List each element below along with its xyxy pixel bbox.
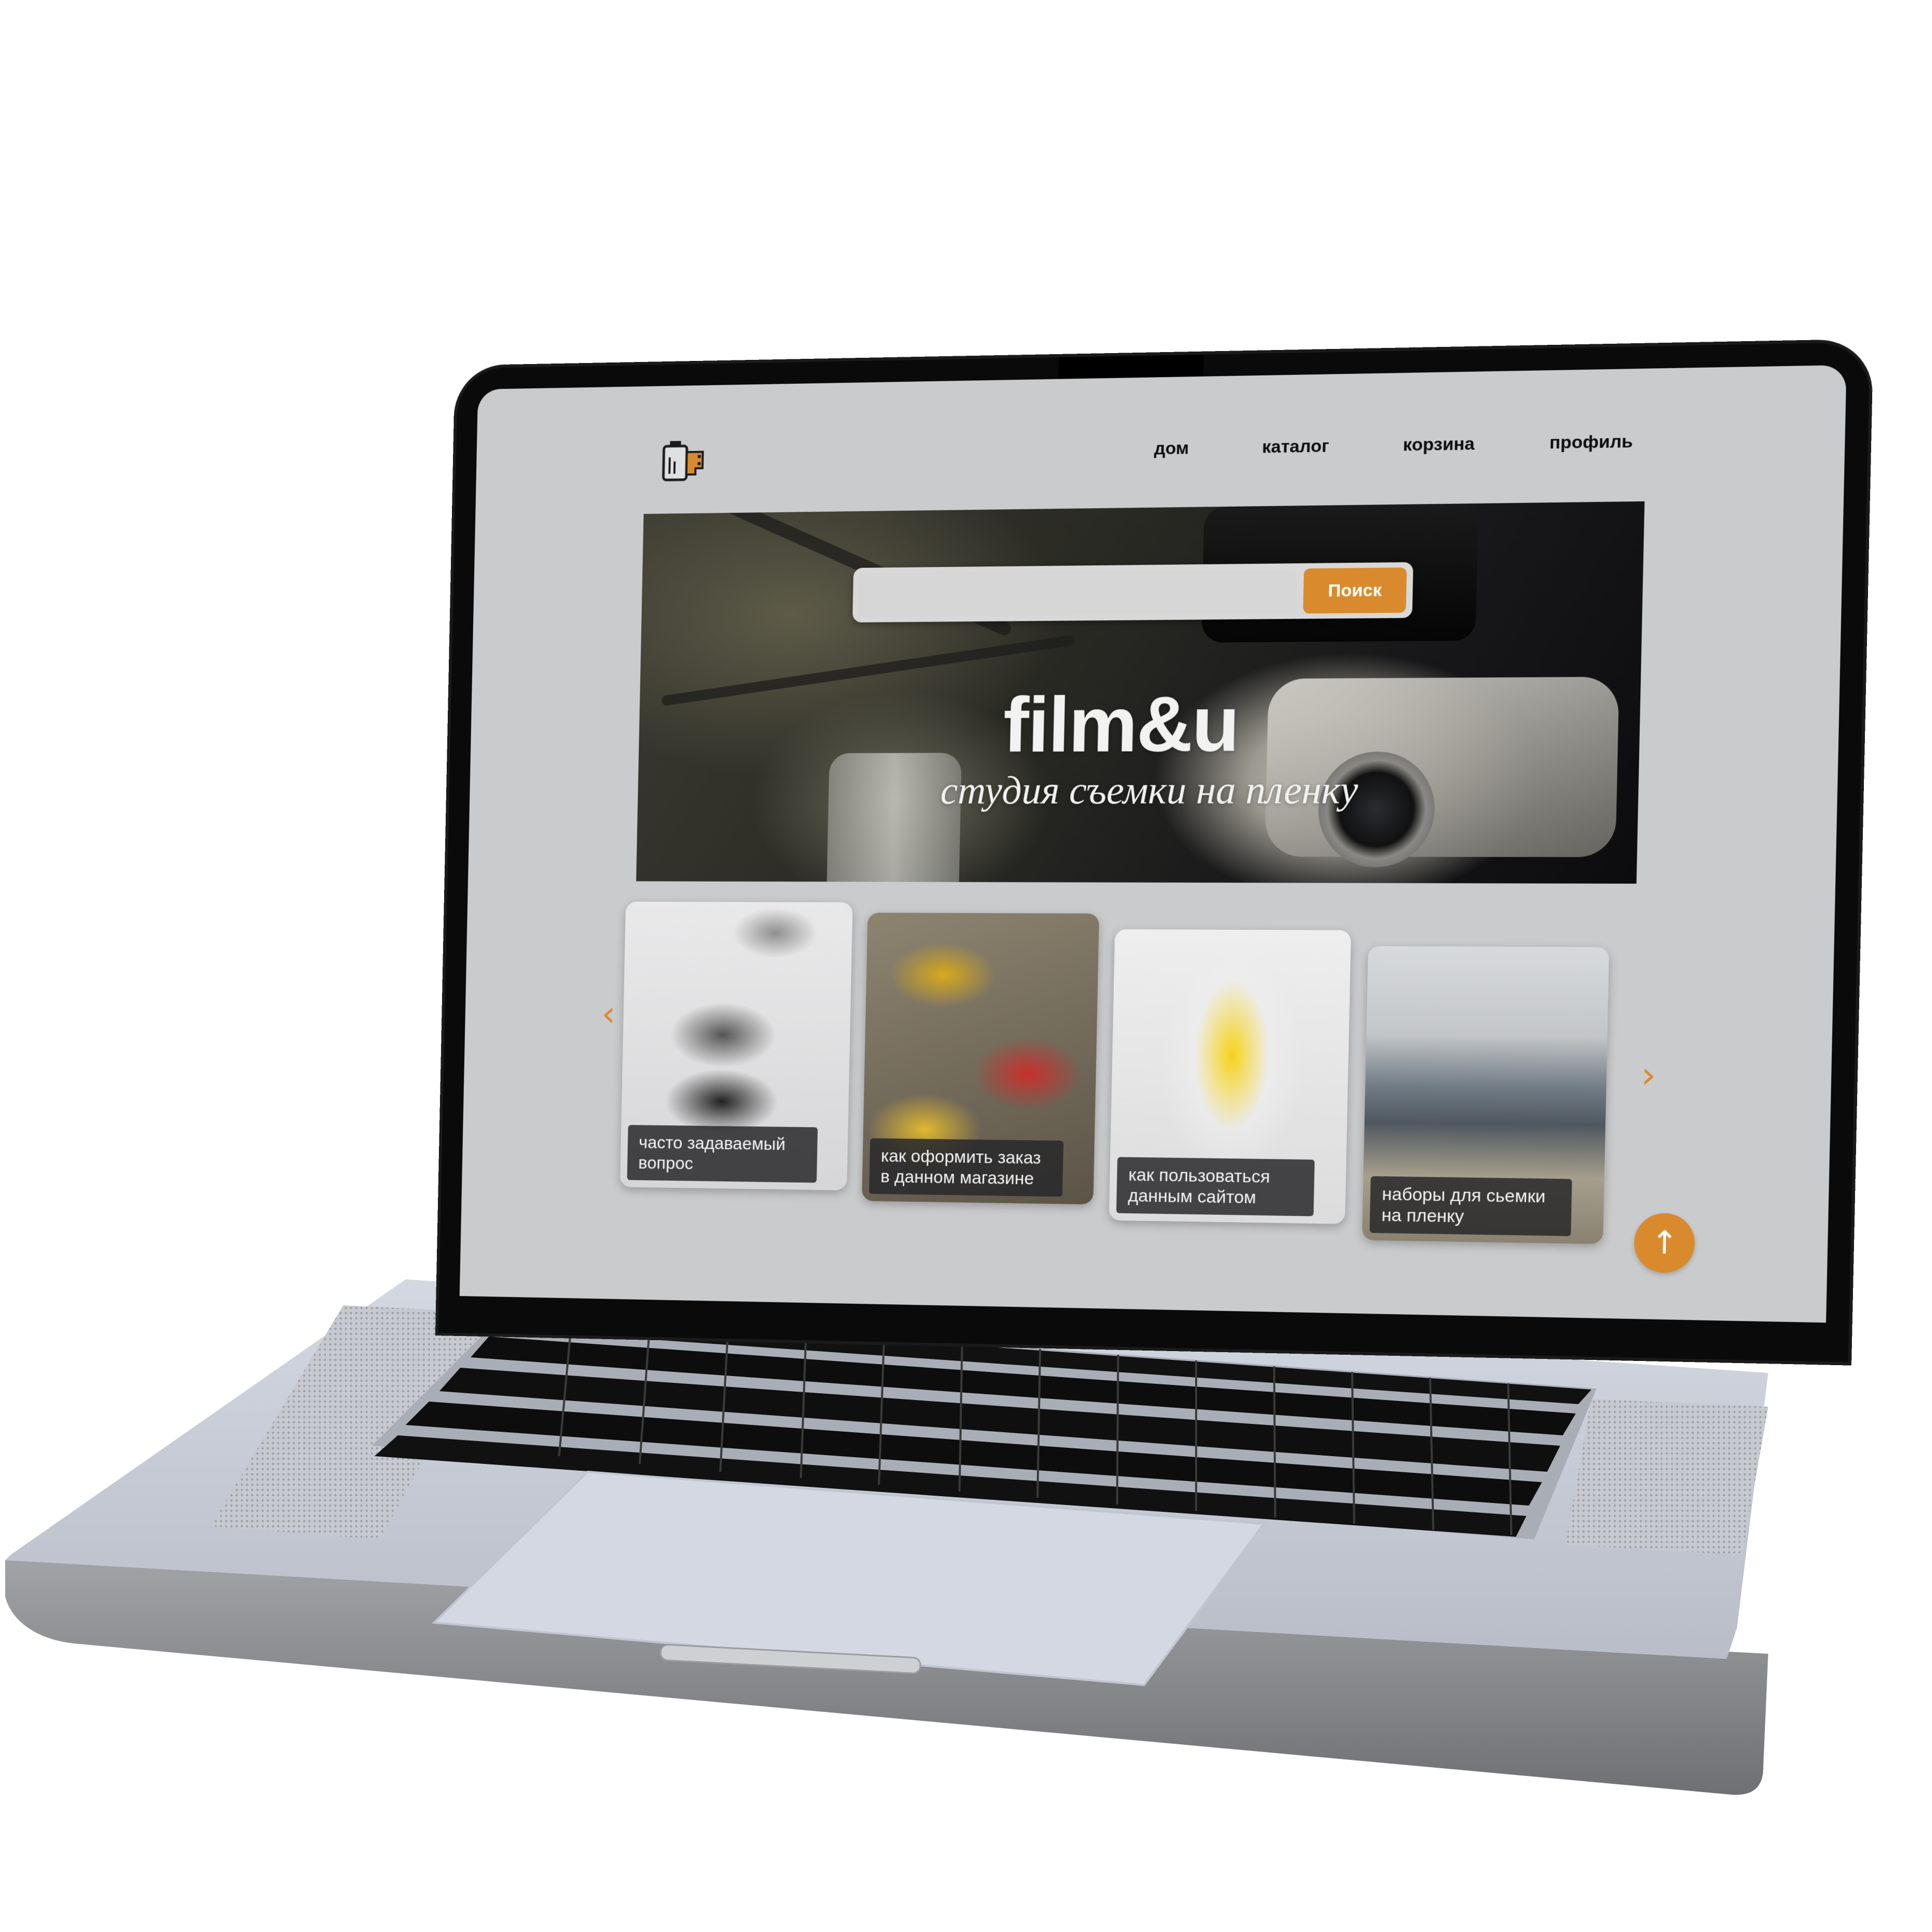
- search-bar: Поиск: [852, 562, 1414, 623]
- brand-title: film&u: [1002, 679, 1239, 770]
- laptop-edge: [5, 1560, 1768, 1795]
- info-cards-carousel: часто задаваемый вопрос как оформить зак…: [619, 902, 1641, 1250]
- card-label: как оформить заказ в данном магазине: [869, 1138, 1064, 1197]
- hero-banner: Поиск film&u студия съемки на пленку: [636, 501, 1644, 884]
- silver-camera-image: [1265, 677, 1619, 857]
- front-notch: [660, 1644, 921, 1674]
- left-speaker-grille: [211, 1305, 504, 1539]
- card-faq[interactable]: часто задаваемый вопрос: [620, 902, 853, 1190]
- card-label: наборы для сьемки на пленку: [1369, 1176, 1572, 1236]
- card-film-kits[interactable]: наборы для сьемки на пленку: [1362, 946, 1609, 1244]
- trackpad[interactable]: [434, 1472, 1264, 1685]
- card-how-to-use-site[interactable]: как пользоваться данным сайтом: [1109, 929, 1351, 1224]
- main-nav: дом каталог корзина профиль: [1154, 432, 1633, 459]
- search-input[interactable]: [858, 568, 1297, 617]
- search-button[interactable]: Поиск: [1303, 567, 1407, 614]
- laptop-lid: дом каталог корзина профиль Поиск film&u…: [438, 342, 1870, 1363]
- brand-subtitle: студия съемки на пленку: [940, 768, 1359, 813]
- card-label: как пользоваться данным сайтом: [1116, 1157, 1315, 1216]
- stage: дом каталог корзина профиль Поиск film&u…: [0, 0, 1932, 1932]
- card-label: часто задаваемый вопрос: [627, 1125, 818, 1183]
- arrow-up-icon: ↑: [1651, 1224, 1679, 1262]
- nav-item-cart[interactable]: корзина: [1403, 434, 1475, 456]
- nav-item-catalog[interactable]: каталог: [1262, 436, 1329, 458]
- scroll-to-top-button[interactable]: ↑: [1633, 1213, 1695, 1273]
- right-speaker-grille: [1565, 1399, 1768, 1555]
- chevron-left-icon[interactable]: ‹: [593, 999, 624, 1029]
- screen: дом каталог корзина профиль Поиск film&u…: [460, 365, 1847, 1322]
- card-how-to-order[interactable]: как оформить заказ в данном магазине: [862, 913, 1099, 1204]
- film-logo-icon[interactable]: [660, 436, 707, 484]
- nav-item-profile[interactable]: профиль: [1549, 432, 1633, 453]
- nav-item-home[interactable]: дом: [1154, 438, 1189, 459]
